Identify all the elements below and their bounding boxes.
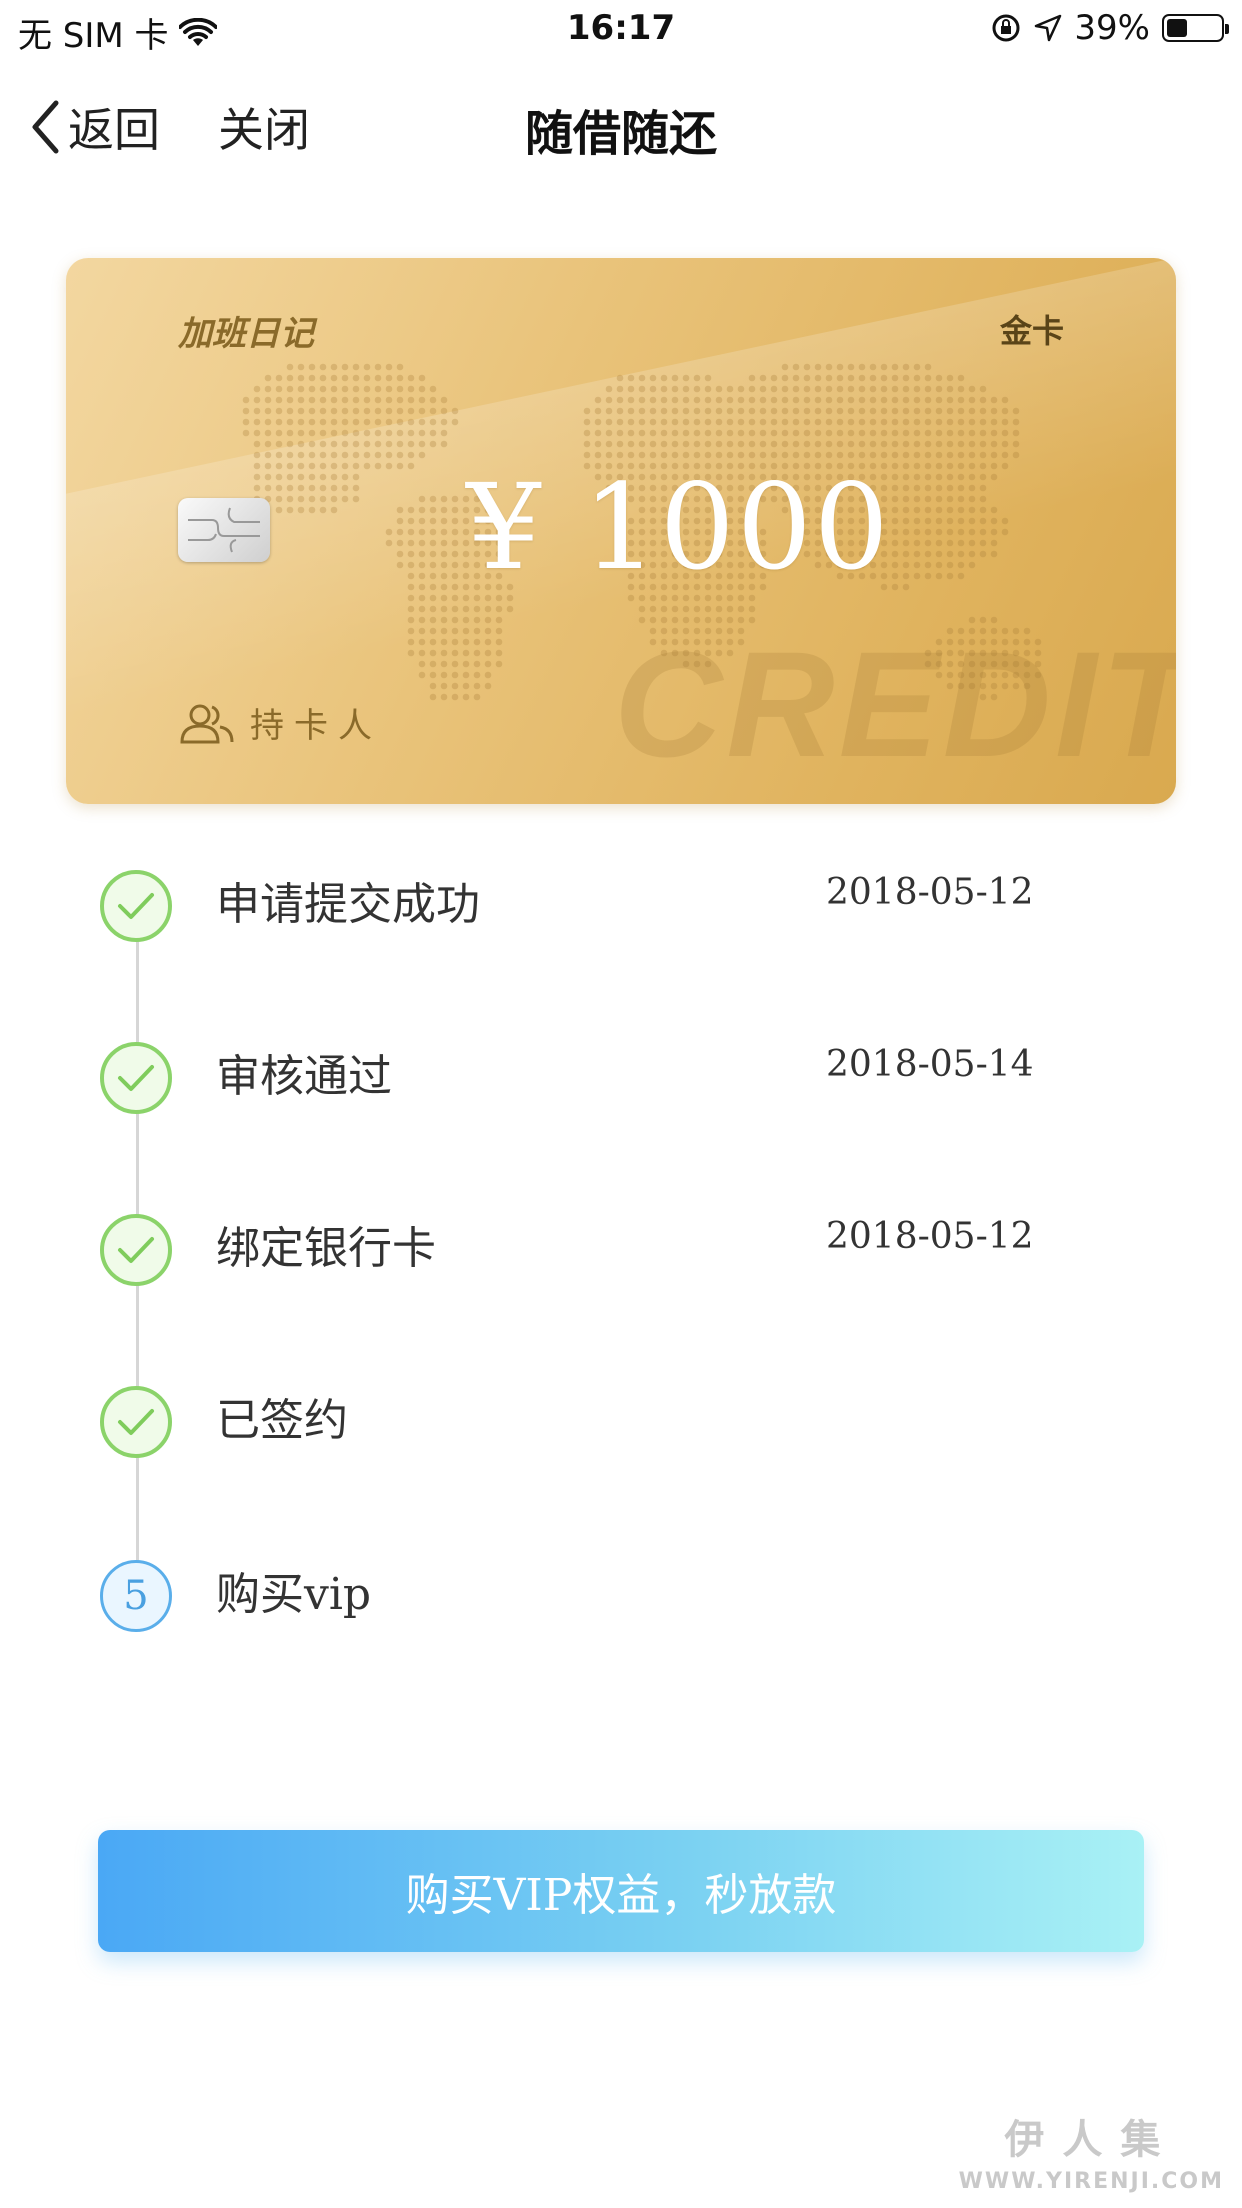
- step-item: 已签约: [0, 1366, 1242, 1466]
- location-icon: [1035, 14, 1062, 42]
- step-date: 2018-05-12: [826, 872, 1034, 913]
- step-date: 2018-05-14: [826, 1044, 1034, 1085]
- card-credit-watermark: CREDIT: [614, 620, 1176, 788]
- check-circle-icon: [100, 1042, 172, 1114]
- check-circle-icon: [100, 1386, 172, 1458]
- credit-card: CREDIT 加班日记 金卡 ¥ 1000 持卡人: [66, 258, 1176, 804]
- step-item: 5 购买vip: [0, 1540, 1242, 1640]
- check-circle-icon: [100, 1214, 172, 1286]
- watermark-cn: 伊人集: [1004, 2117, 1179, 2163]
- nav-bar: 返回 关闭 随借随还: [0, 80, 1242, 170]
- step-date: 2018-05-12: [826, 1216, 1034, 1257]
- status-bar: 无 SIM 卡 16:17 39%: [0, 0, 1242, 60]
- status-right: 39%: [990, 8, 1229, 48]
- step-label: 已签约: [216, 1395, 348, 1446]
- step-label: 审核通过: [216, 1051, 392, 1102]
- step-item: 申请提交成功 2018-05-12: [0, 850, 1242, 950]
- step-label: 绑定银行卡: [216, 1223, 436, 1274]
- check-circle-icon: [100, 870, 172, 942]
- step-item: 绑定银行卡 2018-05-12: [0, 1194, 1242, 1294]
- battery-fill: [1167, 19, 1187, 37]
- card-tier: 金卡: [999, 312, 1064, 350]
- page-title: 随借随还: [524, 106, 717, 162]
- card-brand: 加班日记: [178, 314, 314, 354]
- battery-percent: 39%: [1074, 8, 1150, 48]
- card-holder-label: 持卡人: [250, 706, 382, 746]
- site-watermark: 伊人集 WWW.YIRENJI.COM: [959, 2107, 1224, 2194]
- battery-icon: [1162, 14, 1229, 42]
- card-holder: 持卡人: [178, 698, 382, 747]
- step-label: 购买vip: [216, 1569, 372, 1620]
- watermark-en: WWW.YIRENJI.COM: [958, 2169, 1224, 2194]
- step-label: 申请提交成功: [216, 879, 480, 930]
- buy-vip-button[interactable]: 购买VIP权益，秒放款: [98, 1830, 1144, 1952]
- step-item: 审核通过 2018-05-14: [0, 1022, 1242, 1122]
- step-number-badge: 5: [100, 1560, 172, 1632]
- users-icon: [180, 704, 234, 743]
- card-chip-icon: [178, 498, 270, 562]
- rotation-lock-icon: [992, 14, 1020, 42]
- card-amount: ¥ 1000: [466, 458, 891, 596]
